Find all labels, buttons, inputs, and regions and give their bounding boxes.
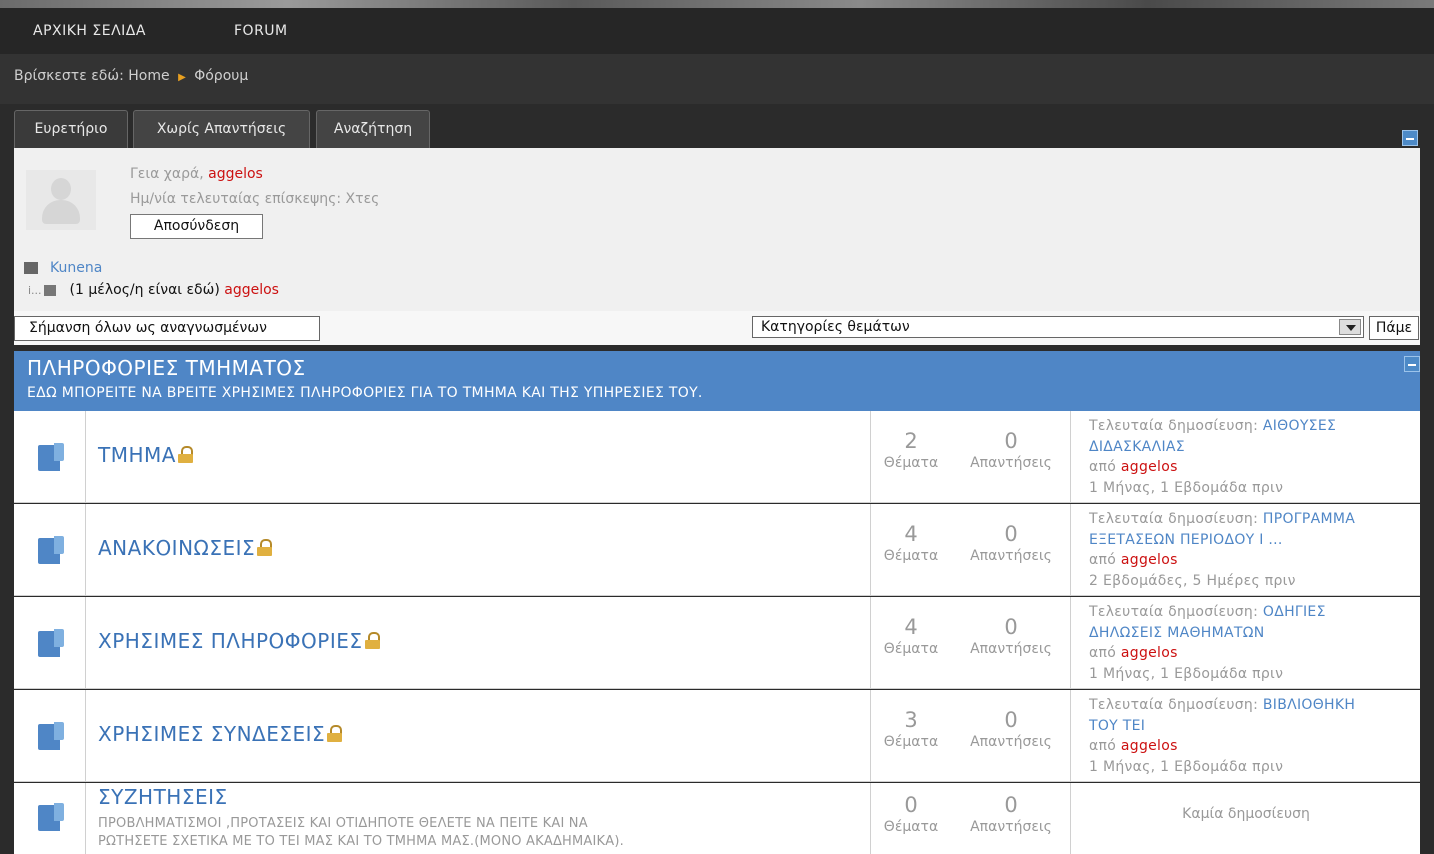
forum-book-icon [38, 629, 64, 657]
last-post: Τελευταία δημοσίευση: ΒΙΒΛΙΟΘΗΚΗ ΤΟΥ ΤΕΙ… [1070, 690, 1420, 781]
forum-stats: 0 Θέματα 0 Απαντήσεις [870, 783, 1070, 854]
author-link[interactable]: aggelos [1121, 645, 1178, 661]
last-post: Τελευταία δημοσίευση: ΠΡΟΓΡΑΜΜΑ ΕΞΕΤΑΣΕΩ… [1070, 504, 1420, 595]
breadcrumb-bar: Βρίσκεστε εδώ: Home ▶ Φόρουμ [0, 54, 1434, 104]
forum-title[interactable]: ΣΥΖΗΤΗΣΕΙΣ [98, 785, 228, 809]
replies-count: 0 [1004, 793, 1018, 817]
last-post: Καμία δημοσίευση [1070, 783, 1420, 854]
category-select-value: Κατηγορίες θεμάτων [761, 319, 910, 335]
collapse-profile-icon[interactable] [1402, 130, 1418, 146]
online-member-link[interactable]: aggelos [224, 282, 279, 298]
stats-icon [24, 262, 38, 274]
forum-stats: 4 Θέματα 0 Απαντήσεις [870, 597, 1070, 688]
lock-icon [177, 446, 194, 463]
section-header: ΠΛΗΡΟΦΟΡΙΕΣ ΤΜΗΜΑΤΟΣ ΕΔΩ ΜΠΟΡΕΙΤΕ ΝΑ ΒΡΕ… [14, 351, 1420, 411]
avatar [26, 170, 96, 230]
forum-book-icon [38, 803, 64, 831]
nav-forum-link[interactable]: FORUM [234, 23, 288, 39]
forum-row: ΤΜΗΜΑ 2 Θέματα 0 Απαντήσεις Τελευταία δημο… [14, 411, 1420, 503]
forum-row: ΧΡΗΣΙΜΕΣ ΠΛΗΡΟΦΟΡΙΕΣ 4 Θέματα 0 Απαντήσεις… [14, 597, 1420, 689]
last-post-time: 1 Μήνας, 1 Εβδομάδα πριν [1089, 665, 1284, 682]
replies-count: 0 [1004, 708, 1018, 732]
breadcrumb-arrow-icon: ▶ [178, 72, 186, 83]
username-link[interactable]: aggelos [208, 166, 263, 182]
members-online: i... (1 μέλος/η είναι εδώ) aggelos [28, 282, 279, 298]
profile-box: Γεια χαρά, aggelos Ημ/νία τελευταίας επί… [14, 148, 1420, 311]
action-bar: Σήμανση όλων ως αναγνωσμένων Κατηγορίες … [14, 311, 1420, 345]
nav-home-link[interactable]: ΑΡΧΙΚΗ ΣΕΛΙΔΑ [33, 23, 146, 39]
kunena-link[interactable]: Kunena [50, 260, 102, 276]
replies-count: 0 [1004, 615, 1018, 639]
forum-description: ΠΡΟΒΛΗΜΑΤΙΣΜΟΙ ,ΠΡΟΤΑΣΕΙΣ ΚΑΙ ΟΤΙΔΗΠΟΤΕ … [98, 816, 624, 849]
author-link[interactable]: aggelos [1121, 459, 1178, 475]
tab-no-replies[interactable]: Χωρίς Απαντήσεις [133, 110, 310, 148]
last-post-link[interactable]: ΟΔΗΓΙΕΣ [1263, 604, 1326, 620]
lock-icon [327, 725, 343, 742]
last-post-link[interactable]: ΑΙΘΟΥΣΕΣ [1263, 418, 1336, 434]
replies-count: 0 [1004, 522, 1018, 546]
author-link[interactable]: aggelos [1121, 738, 1178, 754]
forum-stats: 3 Θέματα 0 Απαντήσεις [870, 690, 1070, 781]
last-post: Τελευταία δημοσίευση: ΑΙΘΟΥΣΕΣ ΔΙΔΑΣΚΑΛΙ… [1070, 411, 1420, 502]
forum-row: ΧΡΗΣΙΜΕΣ ΣΥΝΔΕΣΕΙΣ 3 Θέματα 0 Απαντήσεις Τ… [14, 690, 1420, 782]
last-post-link[interactable]: ΠΡΟΓΡΑΜΜΑ [1263, 511, 1355, 527]
last-post-time: 2 Εβδομάδες, 5 Ημέρες πριν [1089, 572, 1296, 589]
go-button[interactable]: Πάμε [1369, 316, 1419, 340]
kunena-stats: Kunena [24, 260, 102, 276]
tree-icon: i... [28, 284, 42, 297]
replies-count: 0 [1004, 429, 1018, 453]
topics-count: 2 [904, 429, 918, 453]
breadcrumb: Βρίσκεστε εδώ: Home ▶ Φόρουμ [14, 68, 248, 84]
author-link[interactable]: aggelos [1121, 552, 1178, 568]
tab-search[interactable]: Αναζήτηση [316, 110, 430, 148]
forum-title[interactable]: ΑΝΑΚΟΙΝΩΣΕΙΣ [98, 536, 273, 560]
top-navigation: ΑΡΧΙΚΗ ΣΕΛΙΔΑ FORUM [0, 8, 1434, 54]
forum-book-icon [38, 443, 64, 471]
lock-icon [364, 632, 381, 649]
members-icon [43, 284, 56, 296]
last-post-time: 1 Μήνας, 1 Εβδομάδα πριν [1089, 758, 1284, 775]
last-post-link[interactable]: ΒΙΒΛΙΟΘΗΚΗ [1263, 697, 1355, 713]
greeting: Γεια χαρά, aggelos [130, 166, 263, 182]
mark-all-read-button[interactable]: Σήμανση όλων ως αναγνωσμένων [14, 316, 320, 341]
topics-count: 3 [904, 708, 918, 732]
forum-row: ΑΝΑΚΟΙΝΩΣΕΙΣ 4 Θέματα 0 Απαντήσεις Τελευτα… [14, 504, 1420, 596]
chevron-down-icon[interactable] [1339, 319, 1361, 335]
lock-icon [257, 539, 273, 556]
breadcrumb-current: Φόρουμ [194, 68, 249, 84]
topics-count: 4 [904, 615, 918, 639]
no-posts-text: Καμία δημοσίευση [1182, 806, 1310, 822]
collapse-section-icon[interactable] [1404, 356, 1420, 372]
last-visit: Ημ/νία τελευταίας επίσκεψης: Χτες [130, 191, 380, 207]
forum-book-icon [38, 722, 64, 750]
forum-stats: 2 Θέματα 0 Απαντήσεις [870, 411, 1070, 502]
forum-title[interactable]: ΧΡΗΣΙΜΕΣ ΠΛΗΡΟΦΟΡΙΕΣ [98, 629, 381, 653]
last-post-time: 1 Μήνας, 1 Εβδομάδα πριν [1089, 479, 1284, 496]
section-title[interactable]: ΠΛΗΡΟΦΟΡΙΕΣ ΤΜΗΜΑΤΟΣ [27, 356, 306, 380]
topics-count: 0 [904, 793, 918, 817]
forum-stats: 4 Θέματα 0 Απαντήσεις [870, 504, 1070, 595]
breadcrumb-prefix: Βρίσκεστε εδώ: [14, 68, 124, 84]
topics-count: 4 [904, 522, 918, 546]
forum-book-icon [38, 536, 64, 564]
forum-row: ΣΥΖΗΤΗΣΕΙΣ ΠΡΟΒΛΗΜΑΤΙΣΜΟΙ ,ΠΡΟΤΑΣΕΙΣ ΚΑΙ… [14, 783, 1420, 854]
header-banner [0, 0, 1434, 8]
breadcrumb-home[interactable]: Home [128, 68, 169, 84]
forum-title[interactable]: ΧΡΗΣΙΜΕΣ ΣΥΝΔΕΣΕΙΣ [98, 722, 343, 746]
forum-title[interactable]: ΤΜΗΜΑ [98, 443, 194, 467]
last-post: Τελευταία δημοσίευση: ΟΔΗΓΙΕΣ ΔΗΛΩΣΕΙΣ Μ… [1070, 597, 1420, 688]
tab-index[interactable]: Ευρετήριο [14, 110, 128, 148]
category-select[interactable]: Κατηγορίες θεμάτων [752, 316, 1364, 338]
logout-button[interactable]: Αποσύνδεση [130, 214, 263, 239]
section-description: ΕΔΩ ΜΠΟΡΕΙΤΕ ΝΑ ΒΡΕΙΤΕ ΧΡΗΣΙΜΕΣ ΠΛΗΡΟΦΟΡ… [27, 385, 703, 401]
